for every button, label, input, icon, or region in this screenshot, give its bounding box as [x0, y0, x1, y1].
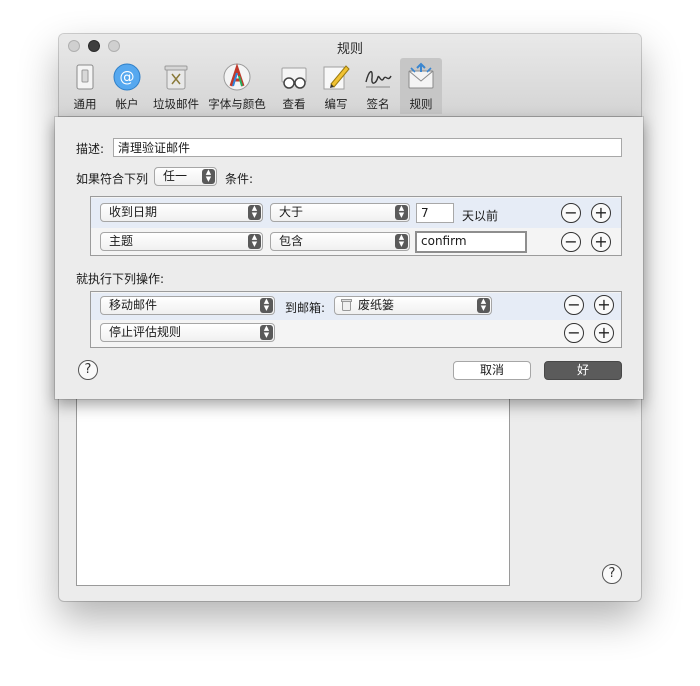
- popup-arrows-icon: ▲ ▼: [202, 169, 215, 184]
- sheet-help-button[interactable]: ?: [78, 360, 98, 380]
- action-value: 移动邮件: [109, 298, 158, 312]
- condition-value-field[interactable]: confirm: [415, 231, 527, 253]
- condition-operator-value: 包含: [279, 234, 304, 248]
- action-row: 移动邮件 ▲ ▼ 到邮箱: 废纸篓 ▲ ▼ − +: [91, 293, 621, 320]
- rules-envelope-icon: [408, 62, 434, 89]
- description-label: 描述:: [76, 142, 105, 156]
- remove-action-button[interactable]: −: [564, 323, 584, 343]
- condition-operator-popup[interactable]: 大于 ▲ ▼: [270, 203, 410, 222]
- toolbar-rules-label: 规则: [409, 97, 433, 111]
- action-row: 停止评估规则 ▲ ▼ − +: [91, 320, 621, 348]
- glasses-icon: [281, 67, 307, 89]
- signature-icon: [365, 71, 392, 88]
- toolbar-signatures[interactable]: 签名: [357, 58, 399, 114]
- add-action-button[interactable]: +: [594, 323, 614, 343]
- at-sign-icon: @: [113, 63, 141, 91]
- mailbox-popup[interactable]: 废纸篓 ▲ ▼: [334, 296, 492, 315]
- cancel-button[interactable]: 取消: [453, 361, 531, 380]
- toolbar-junk[interactable]: 垃圾邮件: [150, 58, 202, 114]
- popup-arrows-icon: ▲ ▼: [260, 298, 273, 313]
- popup-arrows-icon: ▲ ▼: [248, 205, 261, 220]
- remove-condition-button[interactable]: −: [561, 232, 581, 252]
- condition-unit-label: 天以前: [462, 209, 499, 223]
- condition-field-value: 主题: [109, 234, 134, 248]
- if-match-label: 如果符合下列: [76, 172, 149, 186]
- toolbar-general-label: 通用: [73, 97, 97, 111]
- window-title: 规则: [336, 42, 363, 57]
- toolbar-fonts-colors[interactable]: 字体与颜色: [205, 58, 269, 114]
- toolbar-rules[interactable]: 规则: [400, 58, 442, 114]
- toolbar-junk-label: 垃圾邮件: [153, 97, 199, 111]
- toolbar-signatures-label: 签名: [366, 97, 390, 111]
- trash-icon: [341, 299, 352, 311]
- mailbox-value: 废纸篓: [358, 298, 395, 312]
- condition-value-field[interactable]: 7: [416, 203, 454, 223]
- condition-field-popup[interactable]: 主题 ▲ ▼: [100, 232, 263, 251]
- condition-operator-value: 大于: [279, 205, 304, 219]
- conditions-suffix-label: 条件:: [225, 172, 254, 186]
- match-mode-popup[interactable]: 任一 ▲ ▼: [154, 167, 217, 186]
- remove-action-button[interactable]: −: [564, 295, 584, 315]
- toolbar-viewing[interactable]: 查看: [273, 58, 315, 114]
- toolbar-accounts[interactable]: @ 帐户: [106, 58, 148, 114]
- ok-button[interactable]: 好: [544, 361, 622, 380]
- popup-arrows-icon: ▲ ▼: [260, 325, 273, 340]
- remove-condition-button[interactable]: −: [561, 203, 581, 223]
- condition-field-popup[interactable]: 收到日期 ▲ ▼: [100, 203, 263, 222]
- trash-icon: [164, 65, 188, 90]
- action-popup[interactable]: 移动邮件 ▲ ▼: [100, 296, 275, 315]
- window-help-button[interactable]: ?: [602, 564, 622, 584]
- switch-icon: [76, 64, 94, 90]
- toolbar-general[interactable]: 通用: [64, 58, 106, 114]
- condition-operator-popup[interactable]: 包含 ▲ ▼: [270, 232, 410, 251]
- svg-text:@: @: [120, 68, 135, 86]
- toolbar-composing[interactable]: 编写: [315, 58, 357, 114]
- condition-row: 主题 ▲ ▼ 包含 ▲ ▼ confirm − +: [91, 227, 621, 257]
- actions-group: 移动邮件 ▲ ▼ 到邮箱: 废纸篓 ▲ ▼ − + 停止评估规则 ▲ ▼ − +: [90, 291, 622, 348]
- popup-arrows-icon: ▲ ▼: [395, 205, 408, 220]
- condition-field-value: 收到日期: [109, 205, 158, 219]
- pencil-icon: [323, 65, 350, 90]
- font-icon: [223, 63, 251, 91]
- rule-edit-sheet: 描述: 清理验证邮件 如果符合下列 任一 ▲ ▼ 条件: 收到日期 ▲ ▼ 大于 ▲…: [55, 117, 643, 399]
- add-condition-button[interactable]: +: [591, 232, 611, 252]
- mailbox-target-label: 到邮箱:: [285, 301, 326, 315]
- actions-label: 就执行下列操作:: [76, 272, 165, 286]
- condition-row: 收到日期 ▲ ▼ 大于 ▲ ▼ 7 天以前 − +: [91, 198, 621, 228]
- popup-arrows-icon: ▲ ▼: [395, 234, 408, 249]
- rules-list[interactable]: [76, 394, 510, 586]
- popup-arrows-icon: ▲ ▼: [248, 234, 261, 249]
- conditions-group: 收到日期 ▲ ▼ 大于 ▲ ▼ 7 天以前 − + 主题 ▲ ▼ 包含 ▲ ▼ conf…: [90, 196, 622, 256]
- popup-arrows-icon: ▲ ▼: [477, 298, 490, 313]
- toolbar-viewing-label: 查看: [282, 97, 306, 111]
- toolbar-fonts-colors-label: 字体与颜色: [208, 97, 266, 111]
- toolbar-composing-label: 编写: [324, 97, 348, 111]
- add-condition-button[interactable]: +: [591, 203, 611, 223]
- description-field[interactable]: 清理验证邮件: [113, 138, 622, 157]
- action-value: 停止评估规则: [109, 325, 182, 339]
- add-action-button[interactable]: +: [594, 295, 614, 315]
- preferences-toolbar: 规则 通用 @ 帐户 垃圾邮件 字体与颜色 查看 编写 签名 规则: [59, 34, 641, 117]
- toolbar-accounts-label: 帐户: [115, 97, 139, 111]
- action-popup[interactable]: 停止评估规则 ▲ ▼: [100, 323, 275, 342]
- match-mode-value: 任一: [163, 169, 188, 183]
